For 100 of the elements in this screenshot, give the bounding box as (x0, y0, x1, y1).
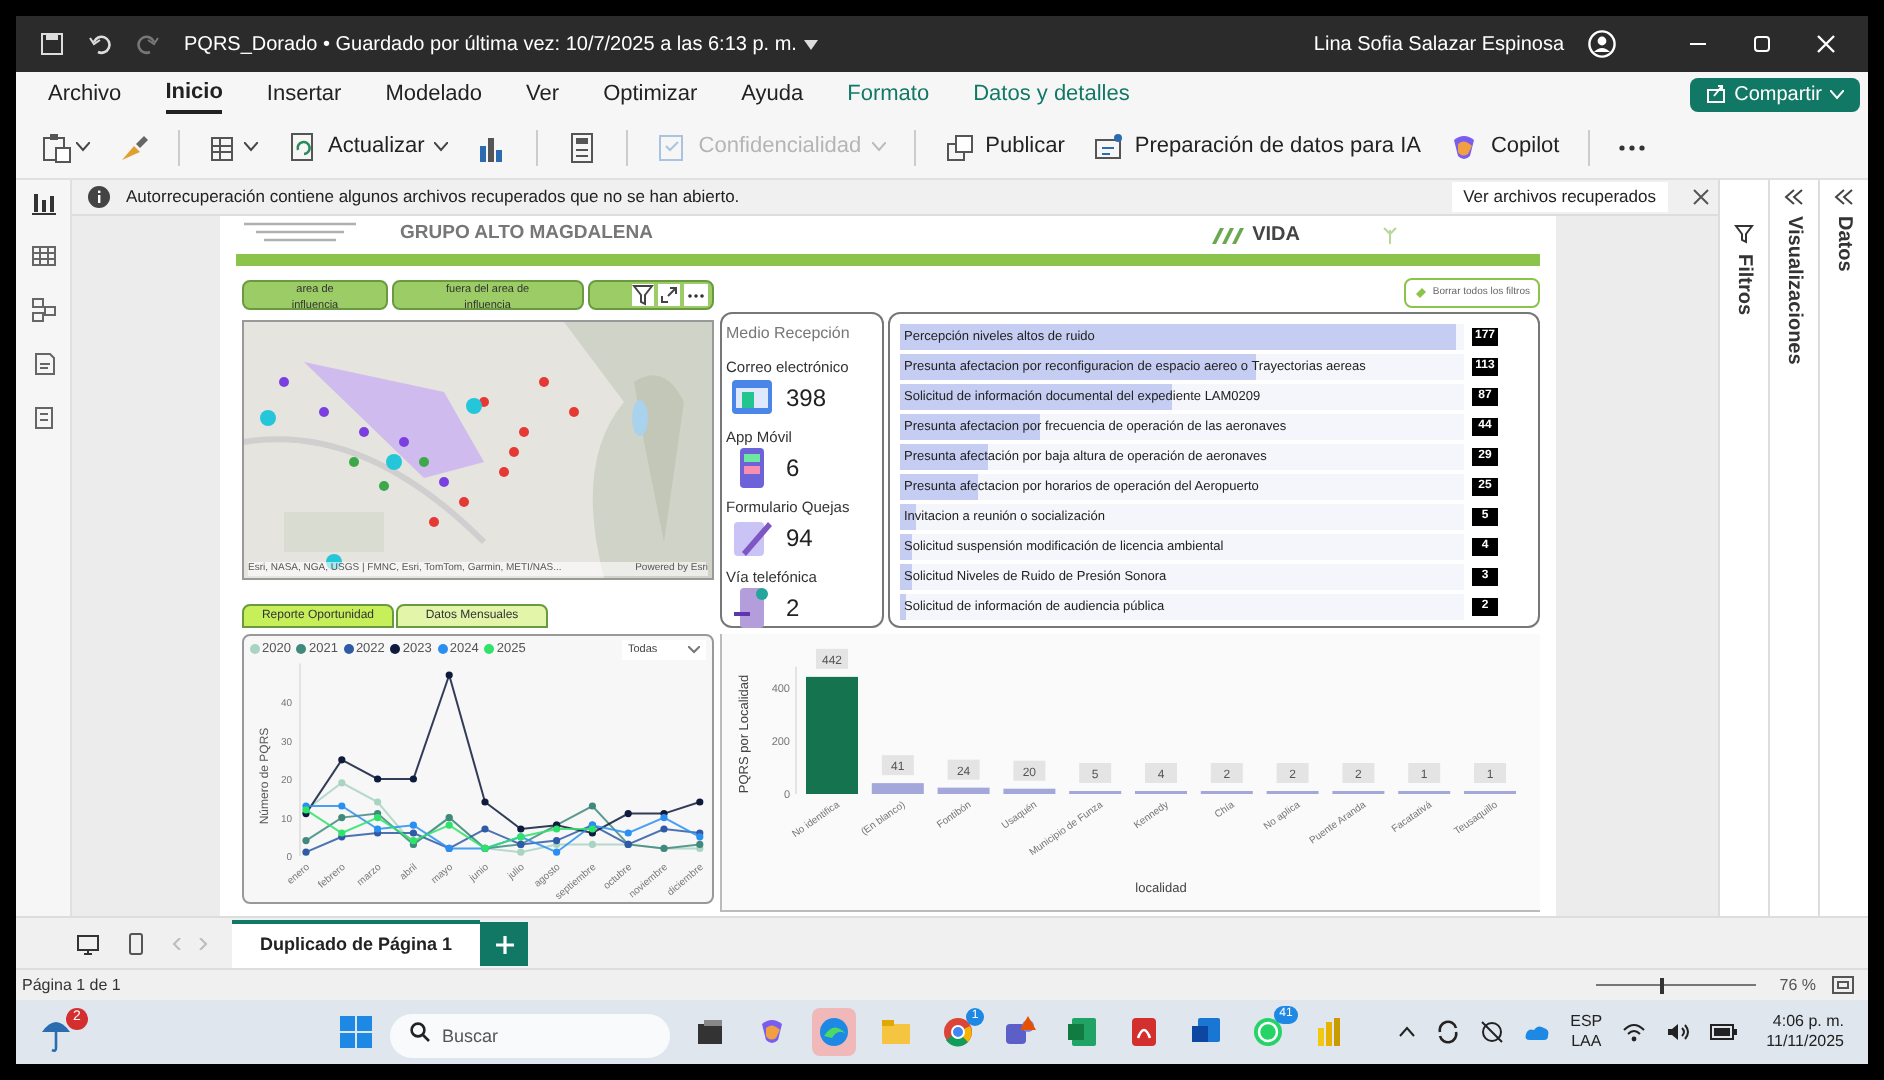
pdf-icon[interactable] (1128, 1016, 1160, 1048)
pane-tab[interactable]: Visualizaciones (1779, 216, 1809, 365)
avatar-icon[interactable] (1588, 30, 1616, 58)
save-icon[interactable] (40, 32, 64, 56)
menu-tab[interactable]: Insertar (266, 74, 342, 114)
caret-icon (244, 142, 258, 152)
plus-icon (495, 935, 514, 953)
clock-time[interactable]: 4:06 p. m. (1772, 1012, 1844, 1032)
mail-icon[interactable] (1190, 1016, 1222, 1048)
data-prep-icon (1092, 131, 1125, 163)
recovered-files-button[interactable]: Ver archivos recuperados (1451, 182, 1668, 212)
point (302, 837, 310, 845)
point (374, 798, 382, 806)
sprout-icon (1380, 224, 1400, 244)
language-indicator[interactable]: ESP (1570, 1012, 1603, 1032)
bar (806, 676, 858, 794)
table-view-icon[interactable] (29, 242, 57, 270)
point (588, 802, 596, 810)
table-button[interactable] (208, 131, 258, 163)
filter-button[interactable] (587, 280, 714, 310)
wifi-icon[interactable] (1622, 1022, 1647, 1042)
model-view-icon[interactable] (29, 296, 57, 324)
toolbar-button[interactable]: Publicar (943, 130, 1065, 164)
point (624, 810, 632, 818)
fit-page-icon[interactable] (1832, 976, 1854, 994)
point (588, 840, 596, 848)
add-page-button[interactable] (480, 922, 529, 966)
metric-value: 2 (786, 592, 800, 626)
stripes-icon (1212, 224, 1245, 244)
more-icon[interactable] (1617, 143, 1646, 151)
clock-date[interactable]: 11/11/2025 (1766, 1032, 1844, 1052)
zoom-slider[interactable] (1595, 976, 1756, 994)
umbrella-icon[interactable] (40, 1016, 72, 1052)
keyboard-layout[interactable]: LAA (1571, 1032, 1602, 1052)
caret-icon (688, 646, 700, 654)
collapse-icon[interactable] (1784, 188, 1804, 206)
point (338, 756, 346, 764)
toolbar-button[interactable]: Actualizar (286, 130, 449, 164)
paste-icon (40, 131, 72, 163)
card-title: Medio Recepción (726, 322, 852, 346)
spreadsheet-icon[interactable] (1066, 1016, 1098, 1048)
menu-tab[interactable]: Optimizar (603, 74, 698, 114)
paste-button[interactable] (40, 131, 90, 163)
cloud-icon[interactable] (1524, 1024, 1551, 1040)
point (517, 848, 525, 856)
point (409, 821, 417, 829)
menu-tab[interactable]: Archivo (48, 74, 122, 114)
bar (1003, 788, 1056, 794)
point (338, 814, 346, 822)
desktop-icon[interactable] (76, 933, 100, 955)
bar (937, 787, 990, 794)
collapse-icon[interactable] (1834, 188, 1854, 206)
query-view-icon[interactable] (29, 350, 57, 378)
caret-icon[interactable] (804, 39, 819, 49)
zoom-level: 76 % (1779, 973, 1816, 997)
pane-tab[interactable]: Filtros (1729, 254, 1759, 316)
volume-icon[interactable] (1666, 1022, 1691, 1042)
menu-tab[interactable]: Ayuda (741, 74, 804, 114)
page-indicator: Página 1 de 1 (22, 973, 123, 997)
share-button[interactable]: Compartir (1690, 77, 1860, 111)
point (624, 829, 632, 837)
menu-tab[interactable]: Modelado (385, 74, 483, 114)
menu-tab[interactable]: Formato (847, 74, 930, 114)
more-options-icon[interactable] (684, 284, 708, 306)
search-field[interactable]: Buscar (390, 1014, 670, 1058)
point (553, 848, 561, 856)
point (445, 821, 453, 829)
phone-icon[interactable] (128, 932, 144, 956)
caret-icon (434, 142, 449, 152)
focus-mode-icon[interactable] (658, 284, 680, 306)
start-icon[interactable] (340, 1016, 372, 1048)
redo-icon[interactable] (136, 32, 160, 56)
paintbrush-icon (118, 131, 150, 163)
sync-icon[interactable] (1436, 1020, 1461, 1044)
report-view-icon[interactable] (29, 188, 57, 216)
publish-icon (943, 131, 976, 163)
toolbar-button[interactable]: Copilot (1448, 130, 1560, 164)
slider-thumb[interactable] (1659, 977, 1664, 993)
blocked-icon[interactable] (1480, 1020, 1505, 1044)
menu-tab[interactable]: Datos y detalles (973, 74, 1130, 114)
maximize-icon[interactable] (1752, 34, 1772, 54)
point (517, 825, 525, 833)
toolbar-button[interactable]: Preparación de datos para IA (1092, 130, 1421, 164)
paintbrush-button[interactable] (118, 131, 150, 163)
filter-icon[interactable] (632, 284, 654, 306)
script-view-icon[interactable] (29, 404, 57, 432)
form-pen-icon (730, 516, 774, 560)
task-view-icon[interactable] (694, 1016, 726, 1048)
metric-value: 94 (786, 522, 813, 556)
metric-value: 6 (786, 452, 800, 486)
page-tab[interactable]: Duplicado de Página 1 (232, 920, 481, 968)
undo-icon[interactable] (88, 32, 112, 56)
point (481, 798, 489, 806)
pane-tab[interactable]: Datos (1829, 216, 1859, 272)
point (374, 775, 382, 783)
close-icon[interactable] (1692, 188, 1710, 206)
chevron-up-icon[interactable] (1398, 1026, 1417, 1038)
calculator-button[interactable] (566, 131, 599, 163)
menu-tab[interactable]: Ver (526, 74, 560, 114)
battery-icon[interactable] (1710, 1024, 1739, 1040)
